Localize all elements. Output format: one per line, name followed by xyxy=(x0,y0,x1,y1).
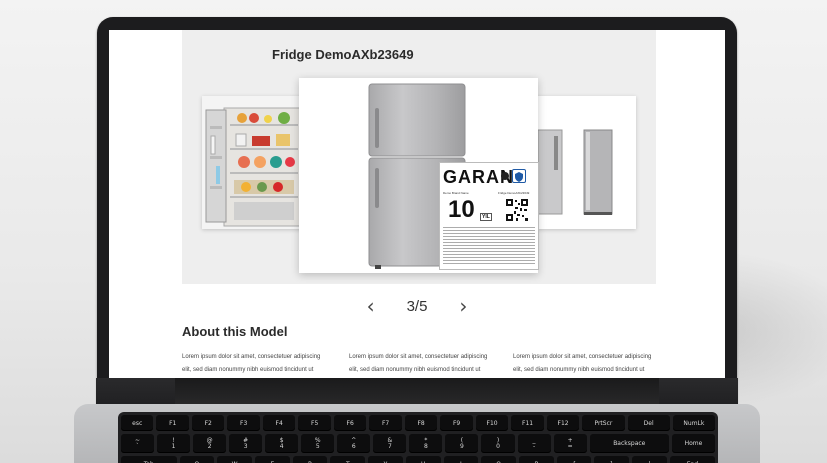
tab-key-row: TabQWERTYUIOP{}|End xyxy=(118,453,718,463)
key-9[interactable]: (9 xyxy=(445,434,479,453)
key-f7[interactable]: F7 xyxy=(369,415,402,431)
key-bottom-label: 1 xyxy=(171,442,176,450)
key--[interactable]: _ - xyxy=(517,434,551,453)
gallery-pager: ‹ 3/5 › xyxy=(109,294,725,318)
next-arrow-icon[interactable]: › xyxy=(459,294,467,318)
key-2[interactable]: @2 xyxy=(193,434,227,453)
key-prtscr[interactable]: PrtScr xyxy=(582,415,625,431)
key-bottom-label: 3 xyxy=(243,442,248,450)
key-|[interactable]: | xyxy=(632,456,667,463)
key-top-label: Backspace xyxy=(613,439,646,447)
key-6[interactable]: ^ 6 xyxy=(337,434,371,453)
warranty-model: Fridge DemoAXb23649 xyxy=(498,191,530,195)
key-f1[interactable]: F1 xyxy=(156,415,189,431)
key-esc[interactable]: esc xyxy=(121,415,154,431)
warranty-years: 10 xyxy=(448,196,475,223)
key-3[interactable]: #3 xyxy=(229,434,263,453)
warranty-label: GARAN Demo Brand Name Fridge DemoAXb2364… xyxy=(439,162,539,270)
about-text: Lorem ipsum dolor sit amet, consectetuer… xyxy=(513,354,652,360)
shield-icon xyxy=(512,169,526,183)
key-f8[interactable]: F8 xyxy=(404,415,438,431)
key-0[interactable]: ) 0 xyxy=(481,434,515,453)
about-column-2: Lorem ipsum dolor sit amet, consectetuer… xyxy=(349,351,499,377)
laptop-screen: Fridge DemoAXb23649 GARAN Demo Brand Nam… xyxy=(109,30,725,378)
warranty-brand-name: Demo Brand Name xyxy=(443,191,469,195)
key-f2[interactable]: F2 xyxy=(191,415,225,431)
key-bottom-label: 6 xyxy=(351,442,356,450)
about-text: elit, sed diam nonummy nibh euismod tinc… xyxy=(513,367,645,373)
fridge-pair-image xyxy=(528,96,636,229)
key-tab[interactable]: Tab xyxy=(121,456,177,463)
key-end[interactable]: End xyxy=(669,456,716,463)
page-title: Fridge DemoAXb23649 xyxy=(272,47,414,62)
key-8[interactable]: * 8 xyxy=(409,434,443,453)
key-f6[interactable]: F6 xyxy=(333,415,367,431)
about-heading: About this Model xyxy=(182,324,288,339)
about-column-3: Lorem ipsum dolor sit amet, consectetuer… xyxy=(513,351,663,377)
key-f5[interactable]: F5 xyxy=(298,415,331,431)
key-bottom-label: ` xyxy=(136,442,140,450)
key-del[interactable]: Del xyxy=(627,415,670,431)
key-f3[interactable]: F3 xyxy=(227,415,260,431)
key-bottom-label: 9 xyxy=(460,442,464,450)
function-key-row: esc F1 F2 F3 F4 F5 F6 F7 F8 F9 F10 F11 F12 PrtScr Del N… xyxy=(118,412,718,431)
key-bottom-label: 5 xyxy=(315,442,320,450)
key-7[interactable]: & 7 xyxy=(373,434,407,453)
key-e[interactable]: E xyxy=(254,456,290,463)
key-numlk[interactable]: NumLk xyxy=(672,415,715,431)
key-q[interactable]: Q xyxy=(179,456,215,463)
key-backspace[interactable]: Backspace xyxy=(589,434,669,453)
gallery-image-open-fridge[interactable] xyxy=(202,96,310,229)
about-text: elit, sed diam nonummy nibh euismod tinc… xyxy=(349,367,481,373)
key-}[interactable]: } xyxy=(594,456,630,463)
slide-counter: 3/5 xyxy=(406,297,428,315)
key-r[interactable]: R xyxy=(292,456,328,463)
key-5[interactable]: % 5 xyxy=(301,434,335,453)
key-f10[interactable]: F10 xyxy=(475,415,509,431)
key-f9[interactable]: F9 xyxy=(440,415,473,431)
key-bottom-label: 4 xyxy=(279,442,284,450)
key-i[interactable]: I xyxy=(443,456,479,463)
key-bottom-label: 0 xyxy=(496,442,500,450)
key-w[interactable]: W xyxy=(217,456,252,463)
warranty-unit: YIL xyxy=(480,213,492,221)
gallery-image-fridge-pair[interactable] xyxy=(528,96,636,229)
key-f11[interactable]: F11 xyxy=(511,415,544,431)
key-top-label: Home xyxy=(684,439,703,447)
qr-code-icon xyxy=(506,199,528,221)
gallery-image-current[interactable]: GARAN Demo Brand Name Fridge DemoAXb2364… xyxy=(299,78,539,273)
key-bottom-label: 8 xyxy=(423,442,428,450)
key-u[interactable]: U xyxy=(405,456,441,463)
keyboard: esc F1 F2 F3 F4 F5 F6 F7 F8 F9 F10 F11 F12 PrtScr Del N… xyxy=(118,412,718,463)
key-bottom-label: 7 xyxy=(387,442,392,450)
number-key-row: ~ `! 1 @2 #3 $4% 5 ^ 6 & 7 * 8(9) 0 _ - + = Backspace Home xyxy=(118,431,718,453)
about-text: Lorem ipsum dolor sit amet, consectetuer… xyxy=(349,354,488,360)
key-{[interactable]: { xyxy=(556,456,592,463)
key-`[interactable]: ~ ` xyxy=(121,434,155,453)
key-bottom-label: = xyxy=(567,442,573,450)
open-fridge-image xyxy=(202,96,310,229)
key-o[interactable]: O xyxy=(481,456,517,463)
leaf-icon xyxy=(501,172,509,180)
key-y[interactable]: Y xyxy=(368,456,403,463)
about-text: Lorem ipsum dolor sit amet, consectetuer… xyxy=(182,354,321,360)
key-f4[interactable]: F4 xyxy=(262,415,296,431)
about-text: elit, sed diam nonummy nibh euismod tinc… xyxy=(182,367,314,373)
warranty-fine-print xyxy=(443,227,535,265)
key-bottom-label: - xyxy=(532,442,536,450)
key-=[interactable]: + = xyxy=(553,434,587,453)
key-p[interactable]: P xyxy=(519,456,554,463)
key-4[interactable]: $4 xyxy=(265,434,299,453)
key-t[interactable]: T xyxy=(330,456,366,463)
key-bottom-label: 2 xyxy=(207,442,212,450)
key-f12[interactable]: F12 xyxy=(546,415,580,431)
key-1[interactable]: ! 1 xyxy=(157,434,191,453)
prev-arrow-icon[interactable]: ‹ xyxy=(367,294,375,318)
key-home[interactable]: Home xyxy=(671,434,715,453)
image-gallery: Fridge DemoAXb23649 GARAN Demo Brand Nam… xyxy=(182,30,656,284)
about-column-1: Lorem ipsum dolor sit amet, consectetuer… xyxy=(182,351,332,377)
